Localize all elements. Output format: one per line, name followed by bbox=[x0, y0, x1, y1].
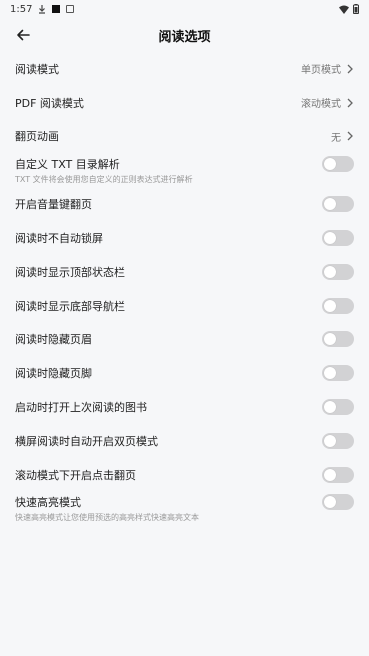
custom-txt-toc-row[interactable]: 自定义 TXT 目录解析 TXT 文件将会使用您自定义的正则表达式进行解析 bbox=[15, 153, 354, 187]
row-value: 无 bbox=[331, 129, 354, 144]
pdf-reading-mode-value: 滚动模式 bbox=[301, 99, 341, 111]
volume-key-page-turn-row[interactable]: 开启音量键翻页 bbox=[15, 187, 354, 221]
toggle-knob bbox=[324, 367, 336, 380]
row-value: 滚动模式 bbox=[301, 95, 354, 110]
wifi-icon bbox=[339, 5, 349, 14]
status-bar: 1:57 bbox=[0, 0, 369, 18]
row-label: 快速高亮模式 bbox=[15, 496, 81, 510]
page-title: 阅读选项 bbox=[158, 29, 211, 45]
reading-mode-row[interactable]: 阅读模式 单页模式 bbox=[15, 52, 354, 86]
toggle-knob bbox=[324, 299, 336, 312]
settings-list: 阅读模式 单页模式 PDF 阅读模式 滚动模式 翻页动画 无 自定义 TXT 目… bbox=[0, 52, 369, 526]
arrow-left-icon bbox=[17, 29, 30, 41]
show-bottom-nav-bar-toggle[interactable] bbox=[322, 297, 354, 314]
toggle-knob bbox=[324, 232, 336, 245]
row-label: 横屏阅读时自动开启双页模式 bbox=[15, 434, 158, 448]
show-top-status-bar-toggle[interactable] bbox=[322, 263, 354, 280]
hide-footer-row[interactable]: 阅读时隐藏页脚 bbox=[15, 356, 354, 390]
row-label: 阅读时显示顶部状态栏 bbox=[15, 265, 125, 279]
toggle-knob bbox=[324, 496, 336, 509]
scroll-tap-page-turn-toggle[interactable] bbox=[322, 466, 354, 483]
download-icon bbox=[39, 4, 46, 14]
row-value: 单页模式 bbox=[301, 61, 354, 76]
row-label: 阅读模式 bbox=[15, 62, 59, 76]
row-label: 自定义 TXT 目录解析 bbox=[15, 157, 120, 171]
row-label: 启动时打开上次阅读的图书 bbox=[15, 401, 147, 415]
quick-highlight-row[interactable]: 快速高亮模式 快速高亮模式让您使用预选的高亮样式快速高亮文本 bbox=[15, 492, 354, 526]
status-time: 1:57 bbox=[10, 3, 33, 15]
no-auto-lock-row[interactable]: 阅读时不自动锁屏 bbox=[15, 221, 354, 255]
volume-key-page-turn-toggle[interactable] bbox=[322, 196, 354, 213]
header: 阅读选项 bbox=[0, 18, 369, 52]
reading-mode-value: 单页模式 bbox=[301, 65, 341, 77]
app-notification-icon bbox=[66, 5, 75, 13]
toggle-knob bbox=[324, 198, 336, 211]
toggle-knob bbox=[324, 157, 336, 170]
toggle-knob bbox=[324, 401, 336, 414]
row-label: 滚动模式下开启点击翻页 bbox=[15, 468, 136, 482]
pdf-reading-mode-row[interactable]: PDF 阅读模式 滚动模式 bbox=[15, 86, 354, 120]
toggle-knob bbox=[324, 434, 336, 447]
open-last-book-toggle[interactable] bbox=[322, 399, 354, 416]
chevron-right-icon bbox=[347, 132, 353, 141]
quick-highlight-toggle[interactable] bbox=[322, 494, 354, 511]
show-bottom-nav-bar-row[interactable]: 阅读时显示底部导航栏 bbox=[15, 289, 354, 323]
status-right bbox=[339, 4, 359, 14]
row-label: 开启音量键翻页 bbox=[15, 198, 92, 212]
toggle-knob bbox=[324, 333, 336, 346]
no-auto-lock-toggle[interactable] bbox=[322, 230, 354, 247]
hide-footer-toggle[interactable] bbox=[322, 365, 354, 382]
row-label: 阅读时不自动锁屏 bbox=[15, 232, 103, 246]
hide-header-row[interactable]: 阅读时隐藏页眉 bbox=[15, 323, 354, 357]
row-main: 自定义 TXT 目录解析 bbox=[15, 155, 354, 172]
back-button[interactable] bbox=[12, 24, 34, 46]
custom-txt-toc-toggle[interactable] bbox=[322, 155, 354, 172]
page-animation-row[interactable]: 翻页动画 无 bbox=[15, 120, 354, 154]
row-label: 翻页动画 bbox=[15, 130, 59, 144]
row-description: 快速高亮模式让您使用预选的高亮样式快速高亮文本 bbox=[15, 513, 199, 523]
toggle-knob bbox=[324, 468, 336, 481]
status-left: 1:57 bbox=[10, 3, 75, 15]
show-top-status-bar-row[interactable]: 阅读时显示顶部状态栏 bbox=[15, 255, 354, 289]
row-label: 阅读时显示底部导航栏 bbox=[15, 299, 125, 313]
scroll-tap-page-turn-row[interactable]: 滚动模式下开启点击翻页 bbox=[15, 458, 354, 492]
toggle-knob bbox=[324, 265, 336, 278]
hide-header-toggle[interactable] bbox=[322, 331, 354, 348]
notification-icon bbox=[52, 5, 61, 13]
battery-icon bbox=[353, 4, 359, 14]
chevron-right-icon bbox=[347, 98, 353, 108]
chevron-right-icon bbox=[347, 64, 353, 74]
row-label: 阅读时隐藏页眉 bbox=[15, 333, 92, 347]
landscape-dual-page-toggle[interactable] bbox=[322, 432, 354, 449]
page-animation-value: 无 bbox=[331, 132, 341, 144]
row-label: 阅读时隐藏页脚 bbox=[15, 367, 92, 381]
row-description: TXT 文件将会使用您自定义的正则表达式进行解析 bbox=[15, 174, 193, 184]
row-label: PDF 阅读模式 bbox=[15, 96, 84, 110]
row-main: 快速高亮模式 bbox=[15, 494, 354, 511]
landscape-dual-page-row[interactable]: 横屏阅读时自动开启双页模式 bbox=[15, 424, 354, 458]
open-last-book-row[interactable]: 启动时打开上次阅读的图书 bbox=[15, 390, 354, 424]
